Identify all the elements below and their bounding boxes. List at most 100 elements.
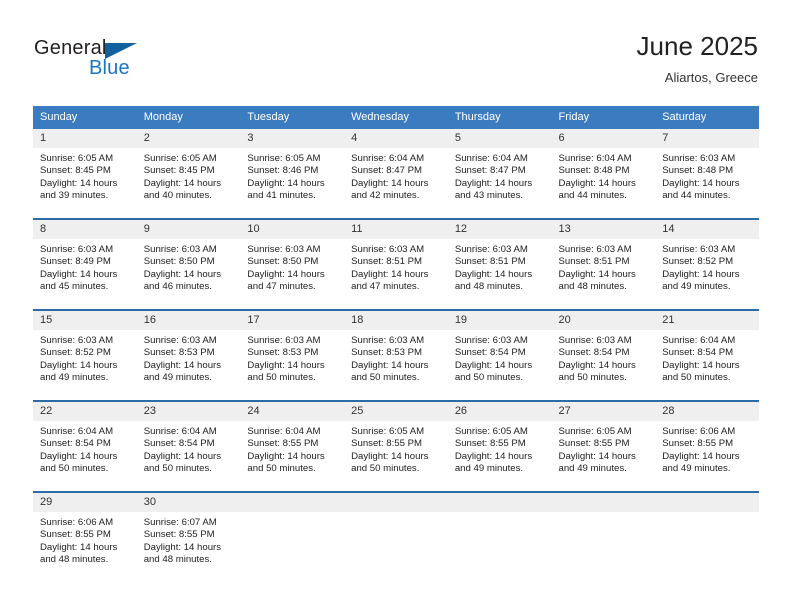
sunrise-text: Sunrise: 6:03 AM [558, 244, 632, 255]
day-cell[interactable]: 27 Sunrise: 6:05 AM Sunset: 8:55 PM Dayligh… [551, 400, 656, 492]
page-subtitle: Aliartos, Greece [664, 70, 758, 85]
day-number: 18 [344, 311, 448, 330]
day-details: Sunrise: 6:03 AM Sunset: 8:51 PM Daylight:… [552, 239, 656, 294]
day-number: 1 [33, 129, 137, 148]
daylight-text: Daylight: 14 hours and 41 minutes. [247, 177, 325, 202]
day-number: 11 [344, 220, 448, 239]
sunset-text: Sunset: 8:47 PM [351, 165, 423, 177]
month-calendar: Sunday Monday Tuesday Wednesday Thursday… [33, 106, 759, 582]
day-number [551, 493, 656, 512]
weekday-header-wednesday: Wednesday [344, 106, 448, 129]
day-number [655, 493, 759, 512]
day-cell[interactable]: 8 Sunrise: 6:03 AM Sunset: 8:49 PM Daylight… [33, 218, 137, 310]
day-details: Sunrise: 6:03 AM Sunset: 8:52 PM Daylight:… [33, 330, 137, 385]
day-cell[interactable]: 7 Sunrise: 6:03 AM Sunset: 8:48 PM Daylight… [655, 129, 759, 219]
day-cell[interactable]: 25 Sunrise: 6:05 AM Sunset: 8:55 PM Dayligh… [344, 400, 448, 492]
day-cell[interactable]: 2 Sunrise: 6:05 AM Sunset: 8:45 PM Daylight… [136, 129, 241, 219]
sunrise-text: Sunrise: 6:04 AM [40, 426, 114, 437]
sunrise-text: Sunrise: 6:07 AM [143, 517, 217, 528]
day-cell[interactable]: 28 Sunrise: 6:06 AM Sunset: 8:55 PM Dayligh… [655, 400, 759, 492]
day-cell[interactable]: 13 Sunrise: 6:03 AM Sunset: 8:51 PM Dayligh… [551, 218, 656, 310]
day-cell-empty [447, 491, 552, 582]
day-details: Sunrise: 6:03 AM Sunset: 8:48 PM Daylight:… [655, 148, 759, 203]
day-cell[interactable]: 3 Sunrise: 6:05 AM Sunset: 8:46 PM Daylight… [240, 129, 345, 219]
weekday-header-saturday: Saturday [655, 106, 759, 129]
day-cell[interactable]: 22 Sunrise: 6:04 AM Sunset: 8:54 PM Dayligh… [33, 400, 137, 492]
sunrise-text: Sunrise: 6:05 AM [143, 153, 217, 164]
calendar-week-row: 22 Sunrise: 6:04 AM Sunset: 8:54 PM Dayligh… [33, 400, 759, 492]
day-cell[interactable]: 6 Sunrise: 6:04 AM Sunset: 8:48 PM Daylight… [551, 129, 656, 219]
sunrise-text: Sunrise: 6:03 AM [662, 153, 736, 164]
weekday-header-friday: Friday [551, 106, 656, 129]
general-blue-logo[interactable]: General Blue [34, 36, 184, 86]
sunrise-text: Sunrise: 6:05 AM [247, 153, 321, 164]
day-cell[interactable]: 12 Sunrise: 6:03 AM Sunset: 8:51 PM Dayligh… [447, 218, 552, 310]
daylight-text: Daylight: 14 hours and 49 minutes. [662, 268, 740, 293]
day-number: 14 [655, 220, 759, 239]
day-details: Sunrise: 6:04 AM Sunset: 8:55 PM Daylight:… [240, 421, 344, 476]
daylight-text: Daylight: 14 hours and 50 minutes. [351, 359, 429, 384]
sunset-text: Sunset: 8:52 PM [40, 347, 111, 359]
day-number: 9 [136, 220, 241, 239]
sunset-text: Sunset: 8:48 PM [558, 165, 630, 177]
day-cell[interactable]: 14 Sunrise: 6:03 AM Sunset: 8:52 PM Dayligh… [655, 218, 759, 310]
day-cell[interactable]: 9 Sunrise: 6:03 AM Sunset: 8:50 PM Daylight… [136, 218, 241, 310]
day-number: 3 [240, 129, 345, 148]
day-details: Sunrise: 6:03 AM Sunset: 8:53 PM Daylight:… [137, 330, 241, 385]
page-header: General Blue June 2025 Aliartos, Greece [0, 0, 792, 100]
day-cell[interactable]: 26 Sunrise: 6:05 AM Sunset: 8:55 PM Dayligh… [447, 400, 552, 492]
sunset-text: Sunset: 8:51 PM [558, 256, 630, 268]
day-details: Sunrise: 6:03 AM Sunset: 8:53 PM Daylight:… [344, 330, 448, 385]
day-cell[interactable]: 18 Sunrise: 6:03 AM Sunset: 8:53 PM Dayligh… [344, 309, 448, 401]
day-details: Sunrise: 6:07 AM Sunset: 8:55 PM Daylight:… [137, 512, 241, 567]
daylight-text: Daylight: 14 hours and 44 minutes. [662, 177, 740, 202]
sunrise-text: Sunrise: 6:06 AM [40, 517, 114, 528]
daylight-text: Daylight: 14 hours and 40 minutes. [143, 177, 222, 202]
sunrise-text: Sunrise: 6:04 AM [558, 153, 632, 164]
sunset-text: Sunset: 8:45 PM [143, 165, 215, 177]
sunrise-text: Sunrise: 6:04 AM [454, 153, 528, 164]
weekday-header-tuesday: Tuesday [240, 106, 345, 129]
sunrise-text: Sunrise: 6:05 AM [558, 426, 632, 437]
daylight-text: Daylight: 14 hours and 44 minutes. [558, 177, 636, 202]
day-cell-empty [240, 491, 345, 582]
day-cell[interactable]: 15 Sunrise: 6:03 AM Sunset: 8:52 PM Dayligh… [33, 309, 137, 401]
day-cell[interactable]: 16 Sunrise: 6:03 AM Sunset: 8:53 PM Dayligh… [136, 309, 241, 401]
day-cell[interactable]: 10 Sunrise: 6:03 AM Sunset: 8:50 PM Dayligh… [240, 218, 345, 310]
day-cell[interactable]: 1 Sunrise: 6:05 AM Sunset: 8:45 PM Daylight… [33, 129, 137, 219]
sunrise-text: Sunrise: 6:04 AM [143, 426, 217, 437]
day-details: Sunrise: 6:03 AM Sunset: 8:54 PM Daylight:… [448, 330, 552, 385]
day-number: 8 [33, 220, 137, 239]
sunset-text: Sunset: 8:46 PM [247, 165, 319, 177]
day-cell[interactable]: 17 Sunrise: 6:03 AM Sunset: 8:53 PM Dayligh… [240, 309, 345, 401]
day-cell[interactable]: 24 Sunrise: 6:04 AM Sunset: 8:55 PM Dayligh… [240, 400, 345, 492]
day-cell[interactable]: 20 Sunrise: 6:03 AM Sunset: 8:54 PM Dayligh… [551, 309, 656, 401]
day-cell[interactable]: 23 Sunrise: 6:04 AM Sunset: 8:54 PM Dayligh… [136, 400, 241, 492]
sunset-text: Sunset: 8:54 PM [662, 347, 734, 359]
day-cell[interactable]: 30 Sunrise: 6:07 AM Sunset: 8:55 PM Dayligh… [136, 491, 241, 582]
day-number: 2 [136, 129, 241, 148]
sunrise-text: Sunrise: 6:03 AM [454, 244, 528, 255]
day-details: Sunrise: 6:03 AM Sunset: 8:50 PM Daylight:… [137, 239, 241, 294]
day-cell[interactable]: 11 Sunrise: 6:03 AM Sunset: 8:51 PM Dayligh… [344, 218, 448, 310]
day-cell[interactable]: 4 Sunrise: 6:04 AM Sunset: 8:47 PM Daylight… [344, 129, 448, 219]
day-number: 22 [33, 402, 137, 421]
sunset-text: Sunset: 8:54 PM [143, 438, 215, 450]
day-cell[interactable]: 21 Sunrise: 6:04 AM Sunset: 8:54 PM Dayligh… [655, 309, 759, 401]
day-cell-empty [551, 491, 656, 582]
daylight-text: Daylight: 14 hours and 50 minutes. [662, 359, 740, 384]
day-cell[interactable]: 29 Sunrise: 6:06 AM Sunset: 8:55 PM Dayligh… [33, 491, 137, 582]
day-details: Sunrise: 6:03 AM Sunset: 8:53 PM Daylight:… [240, 330, 344, 385]
day-cell-empty [344, 491, 448, 582]
day-details: Sunrise: 6:03 AM Sunset: 8:50 PM Daylight:… [240, 239, 344, 294]
day-details: Sunrise: 6:04 AM Sunset: 8:54 PM Daylight:… [655, 330, 759, 385]
daylight-text: Daylight: 14 hours and 48 minutes. [143, 541, 222, 566]
day-number: 12 [447, 220, 552, 239]
sunrise-text: Sunrise: 6:03 AM [662, 244, 736, 255]
day-number: 7 [655, 129, 759, 148]
day-details: Sunrise: 6:04 AM Sunset: 8:54 PM Daylight:… [33, 421, 137, 476]
sunset-text: Sunset: 8:55 PM [662, 438, 734, 450]
day-cell[interactable]: 19 Sunrise: 6:03 AM Sunset: 8:54 PM Dayligh… [447, 309, 552, 401]
sunrise-text: Sunrise: 6:04 AM [351, 153, 425, 164]
day-cell[interactable]: 5 Sunrise: 6:04 AM Sunset: 8:47 PM Daylight… [447, 129, 552, 219]
